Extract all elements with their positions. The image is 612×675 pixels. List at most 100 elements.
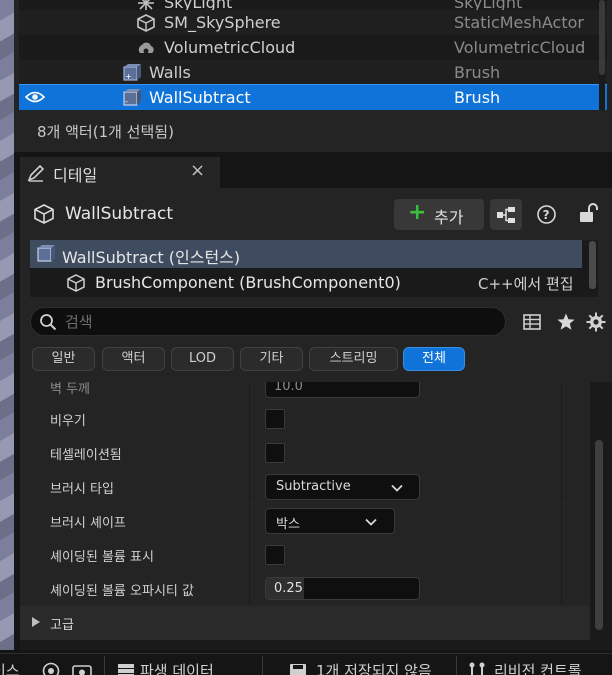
outliner-row-name: VolumetricCloud <box>164 38 296 57</box>
details-search-box[interactable] <box>30 307 506 336</box>
property-row-hollow: 비우기 <box>20 402 590 436</box>
tab-details[interactable]: 디테일 × <box>20 157 220 188</box>
save-icon <box>290 664 306 675</box>
column-divider <box>249 402 250 435</box>
property-label: 셰이딩된 볼륨 표시 <box>50 550 154 565</box>
component-tree: WallSubtract (인스턴스) BrushComponent (Brus… <box>30 240 598 297</box>
screenshot-icon[interactable] <box>72 662 92 675</box>
actor-cube-icon <box>34 204 54 224</box>
advanced-section-header[interactable]: 고급 <box>20 606 590 640</box>
pencil-icon <box>27 164 45 182</box>
close-icon[interactable]: × <box>190 160 205 181</box>
column-divider <box>249 504 250 537</box>
star-icon[interactable] <box>556 312 576 332</box>
filter-actor[interactable]: 액터 <box>102 347 165 371</box>
outliner-row-type: Brush <box>454 63 501 82</box>
visibility-eye-icon[interactable] <box>25 90 45 104</box>
blueprint-button[interactable] <box>490 199 522 230</box>
derived-data-icon <box>118 664 134 675</box>
brush-shape-dropdown[interactable]: 박스 <box>265 508 395 534</box>
component-row-root[interactable]: WallSubtract (인스턴스) <box>30 240 582 268</box>
brush-shape-value: 박스 <box>276 517 300 532</box>
brush-type-dropdown[interactable]: Subtractive <box>265 474 420 500</box>
actor-header: WallSubtract + 추가 ? <box>20 197 612 233</box>
filter-streaming[interactable]: 스트리밍 <box>309 347 398 371</box>
edit-in-cpp-link[interactable]: C++에서 편집 <box>478 273 574 294</box>
brush-icon <box>37 245 55 262</box>
derived-data-button[interactable]: 파생 데이터 <box>140 660 214 675</box>
cloud-icon <box>138 42 154 54</box>
brush-icon: + <box>123 64 141 81</box>
component-cube-icon <box>67 274 85 292</box>
component-row-brush[interactable]: BrushComponent (BrushComponent0) C++에서 편… <box>30 269 582 297</box>
filter-misc[interactable]: 기타 <box>240 347 303 371</box>
property-list: 벽 두께 10.0 비우기 테셀레이션됨 브러시 타입 Subtractive <box>20 382 612 650</box>
property-row-tessellated: 테셀레이션됨 <box>20 436 590 470</box>
property-row-shaded-volume-opacity: 셰이딩된 볼륨 오파시티 값 0.25 <box>20 572 590 606</box>
property-label: 테셀레이션됨 <box>50 448 122 463</box>
outliner-row-wallsubtract[interactable]: - WallSubtract Brush <box>19 84 607 110</box>
table-view-icon[interactable] <box>522 312 542 332</box>
property-row-wall-thickness: 벽 두께 10.0 <box>20 382 590 402</box>
column-divider <box>561 572 562 605</box>
status-divider <box>456 656 457 675</box>
search-input[interactable] <box>65 310 495 334</box>
outliner-scrollbar-thumb[interactable] <box>599 0 605 75</box>
show-shaded-volume-checkbox[interactable] <box>265 545 285 565</box>
advanced-label: 고급 <box>50 618 74 633</box>
property-label: 비우기 <box>50 414 86 429</box>
column-divider <box>249 470 250 503</box>
unsaved-assets-button[interactable]: 1개 저장되지 않음 <box>316 660 432 675</box>
outliner-row-sm-skysphere[interactable]: SM_SkySphere StaticMeshActor <box>19 10 607 35</box>
outliner-row-volumetric-cloud[interactable]: VolumetricCloud VolumetricCloud <box>19 35 607 60</box>
outliner-row-type: Brush <box>454 88 501 107</box>
property-row-show-shaded-volume: 셰이딩된 볼륨 표시 <box>20 538 590 572</box>
svg-text:-: - <box>125 97 128 106</box>
filter-general[interactable]: 일반 <box>32 347 95 371</box>
column-divider <box>249 382 250 401</box>
column-divider <box>561 436 562 469</box>
property-row-brush-type: 브러시 타입 Subtractive <box>20 470 590 504</box>
brush-type-value: Subtractive <box>276 479 351 494</box>
property-scrollbar-thumb[interactable] <box>595 440 603 630</box>
filter-lod[interactable]: LOD <box>171 347 234 371</box>
component-name: BrushComponent (BrushComponent0) <box>95 273 401 292</box>
shaded-volume-opacity-slider[interactable]: 0.25 <box>265 577 420 600</box>
column-divider <box>561 402 562 435</box>
details-panel: 디테일 × WallSubtract + 추가 ? WallSubtract (… <box>20 157 612 650</box>
hierarchy-icon <box>497 207 515 223</box>
hollow-checkbox[interactable] <box>265 409 285 429</box>
chevron-down-icon <box>391 484 403 492</box>
svg-text:?: ? <box>543 208 550 222</box>
opacity-value: 0.25 <box>274 581 303 596</box>
tessellated-checkbox[interactable] <box>265 443 285 463</box>
actor-name: WallSubtract <box>65 204 174 224</box>
filter-all[interactable]: 전체 <box>403 347 465 371</box>
lock-icon[interactable] <box>577 202 599 224</box>
outliner-row-walls[interactable]: + Walls Brush <box>19 60 607 85</box>
outliner-row-name: SM_SkySphere <box>164 13 281 32</box>
gear-icon[interactable] <box>586 312 606 332</box>
column-divider <box>561 470 562 503</box>
wall-thickness-value: 10.0 <box>274 382 303 394</box>
column-divider <box>561 504 562 537</box>
viewport-edge[interactable] <box>0 0 14 650</box>
search-icon <box>40 314 57 331</box>
outliner-panel: SkyLight SkyLight SM_SkySphere StaticMes… <box>14 0 612 152</box>
wall-thickness-field[interactable]: 10.0 <box>265 382 420 398</box>
column-divider <box>249 436 250 469</box>
status-divider <box>262 656 263 675</box>
help-icon[interactable]: ? <box>536 204 557 225</box>
revision-control-button[interactable]: 리비전 컨트롤 <box>494 660 582 675</box>
brush-icon: - <box>123 89 141 106</box>
status-item-left[interactable]: 이스 <box>0 660 20 675</box>
plus-icon: + <box>408 200 427 225</box>
editor-status-bar: 이스 파생 데이터 1개 저장되지 않음 리비전 컨트롤 <box>0 653 612 675</box>
details-tab-strip: 디테일 × <box>20 157 612 188</box>
camera-icon[interactable] <box>42 662 60 675</box>
add-component-button[interactable]: + 추가 <box>394 199 484 230</box>
component-scrollbar[interactable] <box>589 241 596 289</box>
expand-arrow-icon <box>32 617 40 627</box>
property-label: 브러시 타입 <box>50 482 114 497</box>
outliner-list: SkyLight SkyLight SM_SkySphere StaticMes… <box>19 0 607 110</box>
